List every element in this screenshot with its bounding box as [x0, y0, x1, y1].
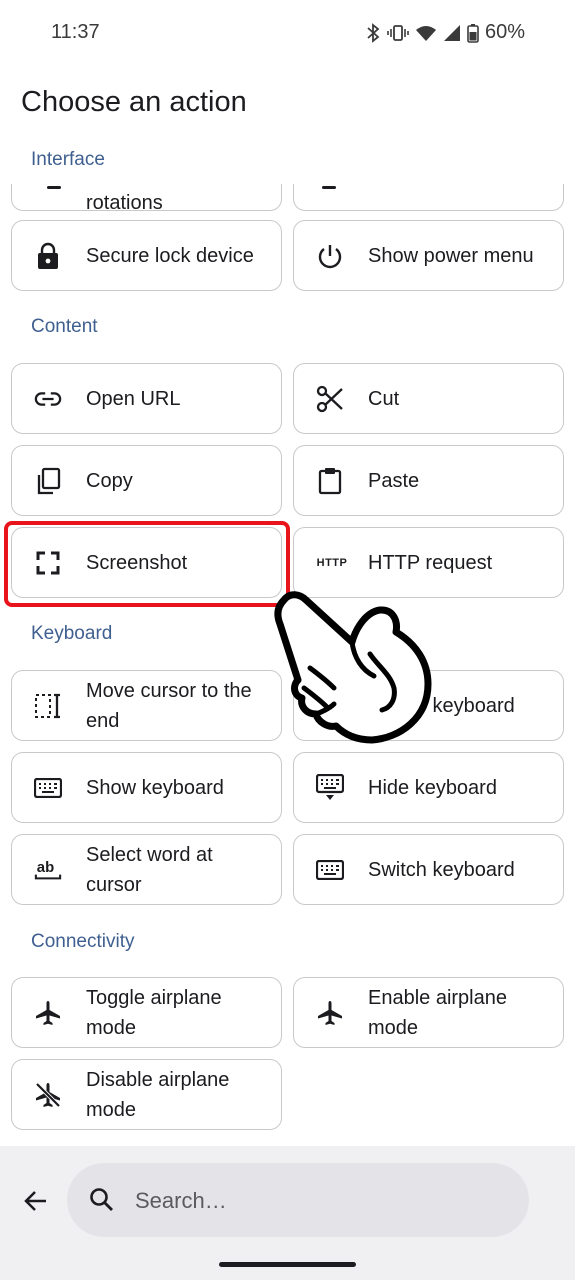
- section-content: Content: [31, 316, 98, 337]
- cursor-end-icon: [34, 692, 62, 720]
- action-label: Disable airplane mode: [86, 1068, 230, 1121]
- action-label: Secure lock device: [86, 244, 254, 267]
- lock-icon: [34, 242, 62, 270]
- airplane-icon: [34, 999, 62, 1027]
- status-icons: 60%: [365, 21, 525, 44]
- battery-icon: [467, 23, 479, 43]
- copy-icon: [34, 467, 62, 495]
- status-time: 11:37: [51, 21, 100, 43]
- search-icon: [90, 1188, 113, 1211]
- power-icon: [316, 242, 344, 270]
- search-bar[interactable]: [67, 1163, 529, 1237]
- gesture-nav-handle[interactable]: [219, 1262, 356, 1267]
- clipped-icon: [322, 186, 336, 189]
- page-title: Choose an action: [21, 86, 247, 118]
- action-label: Hide keyboard: [368, 776, 497, 799]
- action-clipped-right[interactable]: [293, 184, 564, 211]
- action-move-cursor[interactable]: Move cursor to the end: [11, 670, 282, 741]
- action-power-menu[interactable]: Show power menu: [293, 220, 564, 291]
- action-label: Open URL: [86, 387, 181, 410]
- wifi-icon: [415, 25, 436, 41]
- action-label: Show power menu: [368, 244, 534, 267]
- select-text-icon: ab: [34, 856, 62, 884]
- action-disable-airplane[interactable]: Disable airplane mode: [11, 1059, 282, 1130]
- action-show-keyboard[interactable]: Show keyboard: [11, 752, 282, 823]
- battery-percent: 60%: [484, 21, 525, 43]
- action-enable-airplane[interactable]: Enable airplane mode: [293, 977, 564, 1048]
- keyboard-icon: [316, 856, 344, 884]
- status-bar: 11:37 60%: [0, 0, 575, 66]
- back-arrow-icon: [24, 1191, 46, 1211]
- action-label: HTTP request: [368, 551, 493, 574]
- action-open-url[interactable]: Open URL: [11, 363, 282, 434]
- action-rotations[interactable]: rotations: [11, 184, 282, 211]
- action-toggle-airplane[interactable]: Toggle airplane mode: [11, 977, 282, 1048]
- keyboard-hide-icon: [316, 773, 344, 802]
- action-hide-keyboard[interactable]: Hide keyboard: [293, 752, 564, 823]
- action-secure-lock[interactable]: Secure lock device: [11, 220, 282, 291]
- action-label: Toggle airplane mode: [86, 986, 222, 1039]
- action-label: rotations: [86, 192, 163, 211]
- action-label: Show keyboard: [86, 776, 224, 799]
- action-paste[interactable]: Paste: [293, 445, 564, 516]
- back-button[interactable]: [22, 1187, 50, 1215]
- scissors-icon: [316, 385, 344, 413]
- action-label: Select word at cursor: [86, 843, 213, 896]
- rotation-icon: [47, 186, 61, 189]
- signal-icon: [443, 24, 460, 41]
- action-label: Copy: [86, 469, 133, 492]
- section-keyboard: Keyboard: [31, 623, 113, 644]
- action-copy[interactable]: Copy: [11, 445, 282, 516]
- airplane-off-icon: [34, 1081, 62, 1109]
- action-label: Paste: [368, 469, 420, 492]
- pointing-hand-icon: [274, 591, 432, 744]
- clipped-row: rotations: [0, 184, 575, 211]
- action-label: Move cursor to the end: [86, 679, 252, 732]
- keyboard-icon: [34, 774, 62, 802]
- screenshot-highlight-box: [4, 521, 290, 607]
- vibrate-icon: [387, 24, 409, 41]
- clipboard-icon: [316, 467, 344, 495]
- search-input[interactable]: [133, 1181, 497, 1221]
- link-icon: [34, 385, 62, 413]
- section-interface: Interface: [31, 149, 105, 170]
- action-select-word[interactable]: ab Select word at cursor: [11, 834, 282, 905]
- action-label: Switch keyboard: [368, 858, 515, 881]
- svg-text:ab: ab: [37, 858, 54, 875]
- action-cut[interactable]: Cut: [293, 363, 564, 434]
- action-label: Enable airplane mode: [368, 986, 507, 1039]
- http-icon: HTTP: [316, 556, 348, 569]
- bluetooth-icon: [367, 22, 380, 43]
- airplane-icon: [316, 999, 344, 1027]
- action-switch-keyboard[interactable]: Switch keyboard: [293, 834, 564, 905]
- action-label: Cut: [368, 387, 400, 410]
- section-connectivity: Connectivity: [31, 931, 135, 952]
